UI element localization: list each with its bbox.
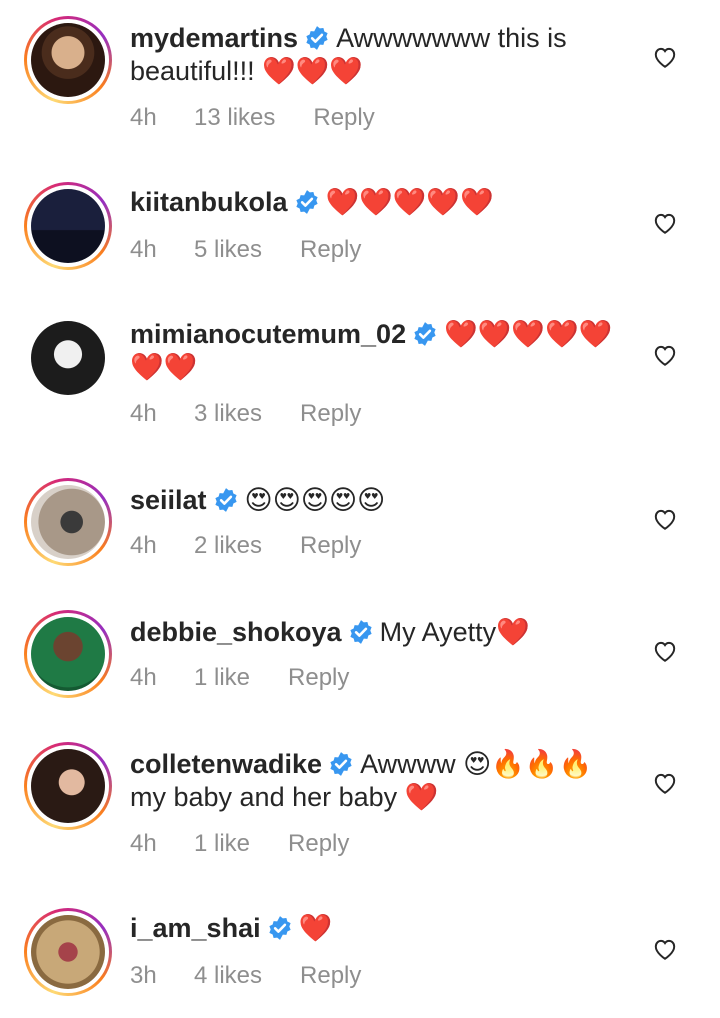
verified-badge-icon (295, 190, 318, 214)
avatar[interactable] (24, 908, 112, 996)
verified-badge-icon (330, 752, 352, 776)
comment-text: My Ayetty❤️ (379, 617, 530, 647)
username[interactable]: mimianocutemum_02 (130, 319, 406, 349)
likes-count[interactable]: 4 likes (194, 962, 262, 990)
heart-outline-icon[interactable] (652, 936, 678, 962)
likes-count[interactable]: 13 likes (194, 104, 275, 132)
username[interactable]: colletenwadike (130, 749, 322, 779)
avatar[interactable] (24, 314, 112, 402)
likes-count[interactable]: 1 like (194, 664, 250, 692)
comment-time: 3h (130, 962, 157, 989)
comment-time: 4h (130, 236, 157, 263)
avatar[interactable] (24, 16, 112, 104)
reply-button[interactable]: Reply (313, 104, 374, 132)
verified-badge-icon (214, 488, 237, 512)
heart-outline-icon[interactable] (652, 44, 678, 70)
avatar[interactable] (24, 742, 112, 830)
likes-count[interactable]: 3 likes (194, 400, 262, 428)
verified-badge-icon (349, 620, 372, 644)
reply-button[interactable]: Reply (300, 400, 361, 428)
avatar[interactable] (24, 610, 112, 698)
likes-count[interactable]: 5 likes (194, 236, 262, 264)
comment-text: ❤️ (298, 913, 333, 943)
comment-time: 4h (130, 532, 157, 559)
avatar[interactable] (24, 182, 112, 270)
likes-count[interactable]: 2 likes (194, 532, 262, 560)
reply-button[interactable]: Reply (300, 962, 361, 990)
likes-count[interactable]: 1 like (194, 830, 250, 858)
verified-badge-icon (268, 916, 291, 940)
heart-outline-icon[interactable] (652, 506, 678, 532)
reply-button[interactable]: Reply (300, 236, 361, 264)
comment-time: 4h (130, 830, 157, 857)
comment-time: 4h (130, 104, 157, 131)
comment-text: 😍😍😍😍😍 (244, 485, 386, 515)
reply-button[interactable]: Reply (300, 532, 361, 560)
heart-outline-icon[interactable] (652, 210, 678, 236)
verified-badge-icon (306, 26, 328, 50)
heart-outline-icon[interactable] (652, 638, 678, 664)
comment-text: ❤️❤️❤️❤️❤️ (325, 187, 494, 217)
username[interactable]: i_am_shai (130, 913, 261, 943)
comment-time: 4h (130, 664, 157, 691)
username[interactable]: seiilat (130, 485, 207, 515)
avatar[interactable] (24, 478, 112, 566)
heart-outline-icon[interactable] (652, 770, 678, 796)
reply-button[interactable]: Reply (288, 830, 349, 858)
username[interactable]: kiitanbukola (130, 187, 288, 217)
comment-time: 4h (130, 400, 157, 427)
reply-button[interactable]: Reply (288, 664, 349, 692)
username[interactable]: debbie_shokoya (130, 617, 342, 647)
username[interactable]: mydemartins (130, 23, 298, 53)
heart-outline-icon[interactable] (652, 342, 678, 368)
verified-badge-icon (414, 322, 436, 346)
